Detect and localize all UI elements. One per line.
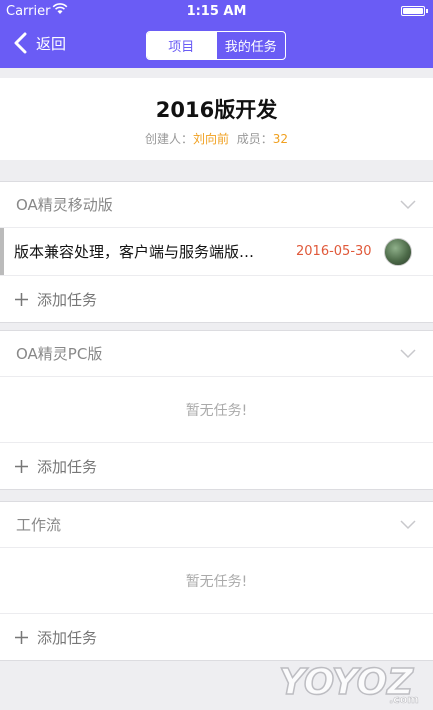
empty-state: 暂无任务! (0, 548, 433, 614)
back-button[interactable]: 返回 (12, 30, 66, 56)
watermark-logo: YOYOZ .com (278, 661, 419, 706)
group-header[interactable]: OA精灵移动版 (0, 182, 433, 228)
chevron-down-icon (400, 519, 416, 529)
group-name: OA精灵PC版 (16, 345, 103, 363)
task-row[interactable]: 版本兼容处理，客户端与服务端版… 2016-05-30 (0, 228, 433, 276)
creator-label: 创建人： (145, 132, 194, 146)
avatar (384, 237, 412, 266)
add-task-button[interactable]: 添加任务 (0, 276, 433, 322)
add-task-label: 添加任务 (37, 628, 98, 647)
task-title: 版本兼容处理，客户端与服务端版… (14, 243, 255, 261)
members-label: 成员： (236, 132, 273, 146)
empty-state: 暂无任务! (0, 377, 433, 443)
chevron-down-icon (400, 348, 416, 358)
back-label: 返回 (36, 34, 67, 53)
navigation-bar: Carrier 1:15 AM 返回 项目 我的任务 (0, 0, 433, 68)
task-group: OA精灵PC版 暂无任务! 添加任务 (0, 330, 433, 490)
group-name: 工作流 (16, 516, 62, 534)
tab-projects[interactable]: 项目 (147, 32, 216, 59)
group-header[interactable]: OA精灵PC版 (0, 331, 433, 377)
add-task-label: 添加任务 (37, 290, 98, 309)
group-name: OA精灵移动版 (16, 196, 113, 214)
plus-icon (15, 630, 28, 644)
watermark-suffix: .com (389, 693, 419, 706)
clock: 1:15 AM (186, 4, 247, 19)
status-bar: Carrier 1:15 AM (0, 0, 433, 22)
battery-icon (401, 6, 428, 16)
segmented-control: 项目 我的任务 (146, 31, 286, 60)
tab-my-tasks[interactable]: 我的任务 (215, 32, 286, 59)
plus-icon (15, 292, 28, 306)
add-task-button[interactable]: 添加任务 (0, 443, 433, 489)
chevron-down-icon (400, 199, 416, 209)
plus-icon (15, 459, 28, 473)
task-group: OA精灵移动版 版本兼容处理，客户端与服务端版… 2016-05-30 添加任务 (0, 181, 433, 323)
task-due-date: 2016-05-30 (296, 244, 372, 259)
task-group: 工作流 暂无任务! 添加任务 (0, 501, 433, 661)
add-task-label: 添加任务 (37, 457, 98, 476)
chevron-left-icon (14, 32, 27, 54)
creator-name: 刘向前 (193, 132, 230, 146)
group-header[interactable]: 工作流 (0, 502, 433, 548)
project-header: 2016版开发 创建人：刘向前 成员：32 (0, 78, 433, 160)
members-count: 32 (272, 132, 288, 146)
project-title: 2016版开发 (155, 98, 278, 122)
project-meta: 创建人：刘向前 成员：32 (0, 130, 433, 147)
